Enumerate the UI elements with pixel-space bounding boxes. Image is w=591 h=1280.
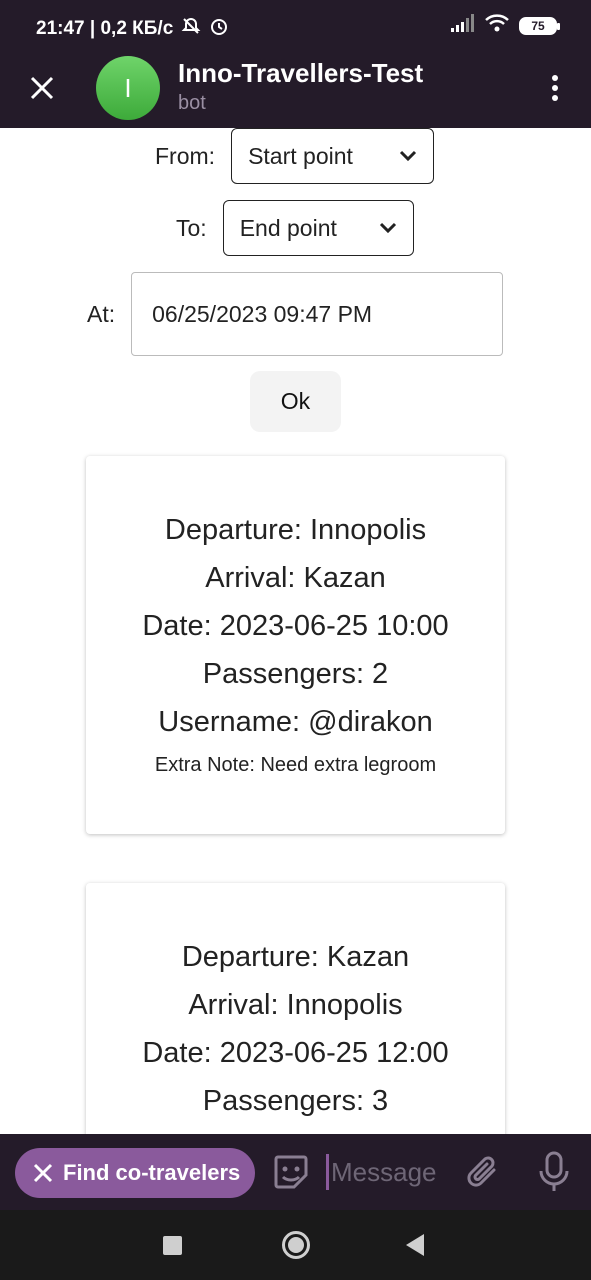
to-row: To: End point — [176, 200, 414, 256]
chat-header: I Inno-Travellers-Test bot — [0, 56, 591, 128]
at-row: At: 06/25/2023 09:47 PM — [87, 272, 504, 356]
at-label: At: — [87, 300, 116, 327]
sticker-icon — [274, 1155, 308, 1189]
telegram-webapp-screen: 21:47 | 0,2 КБ/с 75 I Inno-Travellers-Te… — [0, 0, 591, 1280]
ok-button[interactable]: Ok — [250, 371, 341, 432]
status-right: 75 — [451, 14, 560, 37]
datetime-value: 06/25/2023 09:47 PM — [152, 300, 373, 327]
battery-indicator: 75 — [519, 16, 560, 35]
voice-record-button[interactable] — [536, 1150, 572, 1194]
system-navigation-bar — [0, 1210, 591, 1280]
trip-departure: Departure: Kazan — [181, 941, 410, 973]
find-co-travelers-button[interactable]: Find co-travelers — [15, 1148, 255, 1198]
trip-username: Username: @dirakon — [158, 706, 433, 738]
attach-icon — [467, 1156, 496, 1187]
wifi-icon — [485, 14, 509, 37]
text-cursor — [326, 1154, 329, 1190]
message-input-bar: Find co-travelers Message — [0, 1134, 591, 1210]
avatar[interactable]: I — [96, 56, 160, 120]
trip-passengers: Passengers: 2 — [202, 658, 389, 690]
bell-off-icon — [181, 16, 201, 42]
signal-icon — [451, 14, 475, 37]
datetime-input[interactable]: 06/25/2023 09:47 PM — [131, 272, 504, 356]
status-time: 21:47 | 0,2 КБ/с — [36, 18, 174, 39]
trip-date: Date: 2023-06-25 10:00 — [142, 610, 449, 642]
chevron-down-icon — [400, 150, 417, 162]
to-label: To: — [176, 214, 207, 241]
more-menu-button[interactable] — [537, 68, 573, 108]
attach-button[interactable] — [464, 1152, 502, 1192]
message-placeholder: Message — [331, 1156, 437, 1187]
trip-card[interactable]: Departure: Kazan Arrival: Innopolis Date… — [86, 883, 505, 1134]
chat-subtitle: bot — [178, 92, 206, 114]
close-icon — [30, 76, 54, 100]
webapp-content: From: Start point To: End point At: 06/2… — [0, 128, 591, 1134]
trip-card[interactable]: Departure: Innopolis Arrival: Kazan Date… — [86, 456, 505, 834]
trip-arrival: Arrival: Innopolis — [188, 989, 403, 1021]
trip-arrival: Arrival: Kazan — [205, 562, 386, 594]
close-button[interactable] — [22, 68, 62, 108]
to-select-value: End point — [239, 214, 337, 241]
trip-date: Date: 2023-06-25 12:00 — [142, 1037, 449, 1069]
chat-title[interactable]: Inno-Travellers-Test — [178, 58, 423, 89]
trip-departure: Departure: Innopolis — [164, 514, 427, 546]
close-icon — [33, 1163, 53, 1183]
from-row: From: Start point — [155, 128, 435, 184]
find-co-travelers-label: Find co-travelers — [63, 1160, 241, 1185]
mic-icon — [539, 1151, 569, 1191]
trip-note: Extra Note: Need extra legroom — [154, 754, 437, 776]
chevron-down-icon — [379, 222, 396, 234]
from-select[interactable]: Start point — [231, 128, 435, 184]
home-button[interactable] — [282, 1231, 310, 1259]
more-vertical-icon — [552, 75, 558, 101]
alarm-icon — [209, 16, 229, 42]
recents-button[interactable] — [163, 1236, 182, 1255]
status-bar: 21:47 | 0,2 КБ/с 75 — [0, 0, 591, 56]
from-select-value: Start point — [248, 142, 353, 169]
sticker-button[interactable] — [272, 1153, 310, 1191]
from-label: From: — [155, 142, 216, 169]
message-input[interactable]: Message — [326, 1152, 437, 1192]
to-select[interactable]: End point — [222, 200, 414, 256]
trip-passengers: Passengers: 3 — [202, 1085, 389, 1117]
back-button[interactable] — [406, 1234, 424, 1256]
status-left: 21:47 | 0,2 КБ/с — [36, 16, 229, 42]
